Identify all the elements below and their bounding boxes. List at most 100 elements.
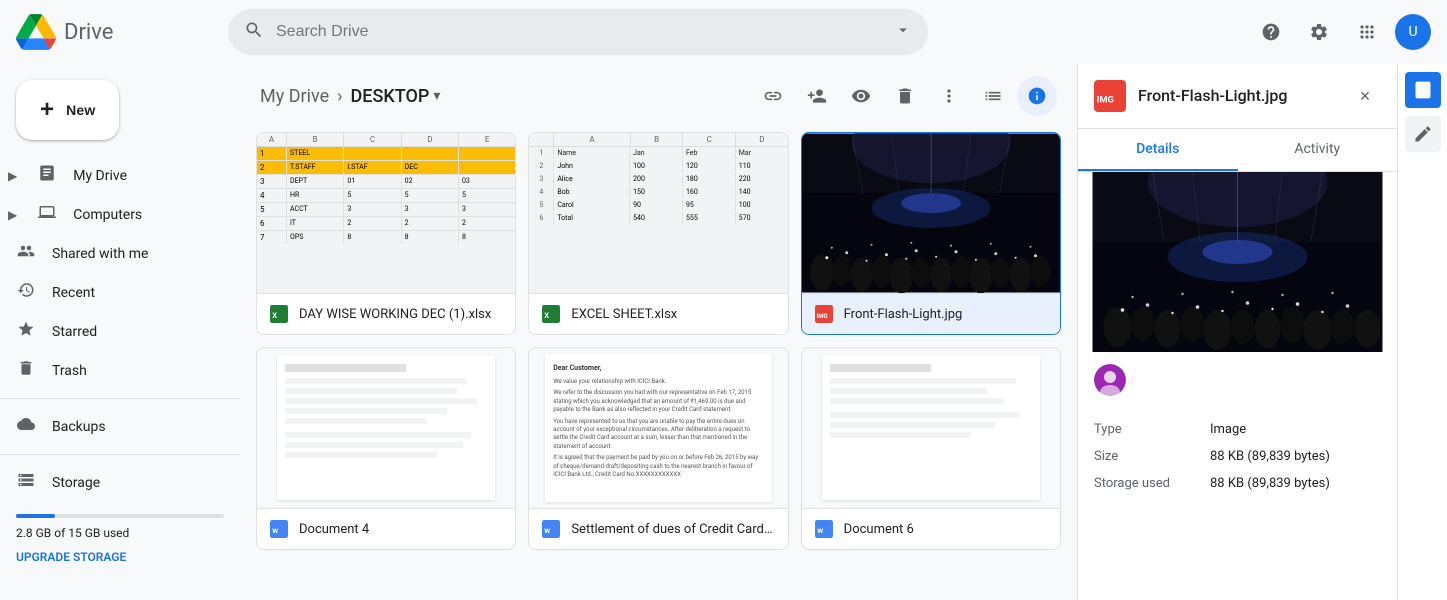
my-drive-label: My Drive [73, 168, 127, 184]
file-footer-2: X EXCEL SHEET.xlsx [529, 293, 787, 334]
right-panel-app-2[interactable] [1405, 116, 1441, 152]
storage-used-value: 88 KB (89,839 bytes) [1210, 476, 1381, 491]
sidebar-item-my-drive[interactable]: ▶ My Drive [0, 156, 224, 195]
preview-icon[interactable] [841, 76, 881, 116]
search-bar[interactable] [228, 9, 928, 55]
breadcrumb-current[interactable]: DESKTOP ▾ [351, 86, 441, 107]
layout: + New ▶ My Drive ▶ Computers Shared with… [0, 64, 1447, 600]
concert-image [802, 133, 1060, 293]
detail-size-row: Size 88 KB (89,839 bytes) [1094, 443, 1381, 470]
file-card-4[interactable]: W Document 4 [256, 347, 516, 550]
tab-details[interactable]: Details [1078, 129, 1238, 171]
support-icon[interactable] [1251, 12, 1291, 52]
main-content: My Drive › DESKTOP ▾ [240, 64, 1077, 600]
avatar[interactable]: U [1395, 14, 1431, 50]
sidebar-item-backups[interactable]: Backups [0, 407, 224, 446]
file-name-2: EXCEL SHEET.xlsx [571, 307, 775, 322]
recent-label: Recent [52, 285, 95, 301]
list-view-icon[interactable] [973, 76, 1013, 116]
info-icon[interactable] [1017, 76, 1057, 116]
files-grid: A B C D E 1 STEEL [240, 124, 1077, 600]
detail-panel: IMG Front-Flash-Light.jpg × Details Acti… [1077, 64, 1397, 600]
file-card-5[interactable]: Dear Customer, We value your relationshi… [528, 347, 788, 550]
search-icon [244, 20, 264, 45]
new-button[interactable]: + New [16, 80, 119, 140]
doc-icon-2: W [541, 519, 561, 539]
file-card-6[interactable]: W Document 6 [801, 347, 1061, 550]
sidebar-item-trash[interactable]: Trash [0, 351, 224, 390]
sidebar-divider [0, 398, 240, 399]
detail-user-row [1078, 352, 1397, 408]
topbar: Drive U [0, 0, 1447, 64]
trash-label: Trash [52, 363, 87, 379]
breadcrumb-root[interactable]: My Drive [260, 86, 329, 107]
search-dropdown-icon[interactable] [894, 21, 912, 43]
topbar-right: U [1251, 12, 1431, 52]
right-panel [1397, 64, 1447, 600]
storage-label: Storage [52, 475, 100, 491]
trash-icon [16, 359, 36, 382]
sidebar-item-storage[interactable]: Storage [0, 463, 224, 502]
starred-icon [16, 320, 36, 343]
storage-icon [16, 471, 36, 494]
sidebar-divider-2 [0, 454, 240, 455]
jpg-icon: IMG [814, 304, 834, 324]
settings-icon[interactable] [1299, 12, 1339, 52]
upgrade-link[interactable]: UPGRADE STORAGE [16, 550, 126, 564]
toolbar-actions [753, 76, 1057, 116]
delete-icon[interactable] [885, 76, 925, 116]
storage-section: 2.8 GB of 15 GB used UPGRADE STORAGE [0, 502, 240, 573]
logo-text: Drive [64, 20, 113, 45]
sidebar-item-recent[interactable]: Recent [0, 273, 224, 312]
storage-bar [16, 514, 224, 518]
tab-activity[interactable]: Activity [1238, 129, 1398, 171]
svg-text:IMG: IMG [816, 313, 827, 320]
file-footer-3: IMG Front-Flash-Light.jpg [802, 293, 1060, 334]
drive-logo-icon [16, 12, 56, 52]
link-icon[interactable] [753, 76, 793, 116]
add-person-icon[interactable] [797, 76, 837, 116]
computers-icon [37, 203, 57, 226]
doc-icon-3: W [814, 519, 834, 539]
detail-meta: Type Image Size 88 KB (89,839 bytes) Sto… [1078, 408, 1397, 505]
file-card[interactable]: A B C D 1 Name Jan Feb Mar [528, 132, 788, 335]
file-card-selected[interactable]: IMG Front-Flash-Light.jpg [801, 132, 1061, 335]
file-name-6: Document 6 [844, 522, 1048, 537]
detail-title-area: Front-Flash-Light.jpg [1138, 86, 1349, 107]
detail-thumbnail [1078, 172, 1397, 352]
more-options-icon[interactable] [929, 76, 969, 116]
file-card[interactable]: A B C D E 1 STEEL [256, 132, 516, 335]
apps-icon[interactable] [1347, 12, 1387, 52]
sidebar-item-computers[interactable]: ▶ Computers [0, 195, 224, 234]
file-name-3: Front-Flash-Light.jpg [844, 307, 1048, 322]
starred-label: Starred [52, 324, 97, 340]
detail-file-icon: IMG [1094, 80, 1126, 112]
sheet-preview-content: A B C D E 1 STEEL [257, 133, 515, 293]
logo: Drive [16, 12, 216, 52]
file-name: DAY WISE WORKING DEC (1).xlsx [299, 307, 503, 322]
backups-label: Backups [52, 419, 106, 435]
storage-fill [16, 514, 55, 518]
detail-close-button[interactable]: × [1349, 80, 1381, 112]
svg-text:W: W [545, 527, 551, 535]
file-name-5: Settlement of dues of Credit Card No.61X… [571, 522, 775, 537]
right-panel-app-1[interactable] [1405, 72, 1441, 108]
file-preview-5: Dear Customer, We value your relationshi… [529, 348, 787, 508]
svg-text:W: W [817, 527, 823, 535]
file-preview: A B C D E 1 STEEL [257, 133, 515, 293]
sidebar-item-shared[interactable]: Shared with me [0, 234, 224, 273]
sidebar-item-starred[interactable]: Starred [0, 312, 224, 351]
detail-owner-avatar [1094, 364, 1126, 396]
main-header: My Drive › DESKTOP ▾ [240, 64, 1077, 124]
shared-label: Shared with me [52, 246, 148, 262]
detail-tabs: Details Activity [1078, 129, 1397, 172]
file-footer-6: W Document 6 [802, 508, 1060, 549]
detail-storage-row: Storage used 88 KB (89,839 bytes) [1094, 470, 1381, 497]
file-preview-4 [257, 348, 515, 508]
search-input[interactable] [276, 23, 882, 41]
recent-icon [16, 281, 36, 304]
plus-icon: + [40, 96, 54, 124]
file-footer: X DAY WISE WORKING DEC (1).xlsx [257, 293, 515, 334]
detail-type-row: Type Image [1094, 416, 1381, 443]
xlsx-icon-2: X [541, 304, 561, 324]
